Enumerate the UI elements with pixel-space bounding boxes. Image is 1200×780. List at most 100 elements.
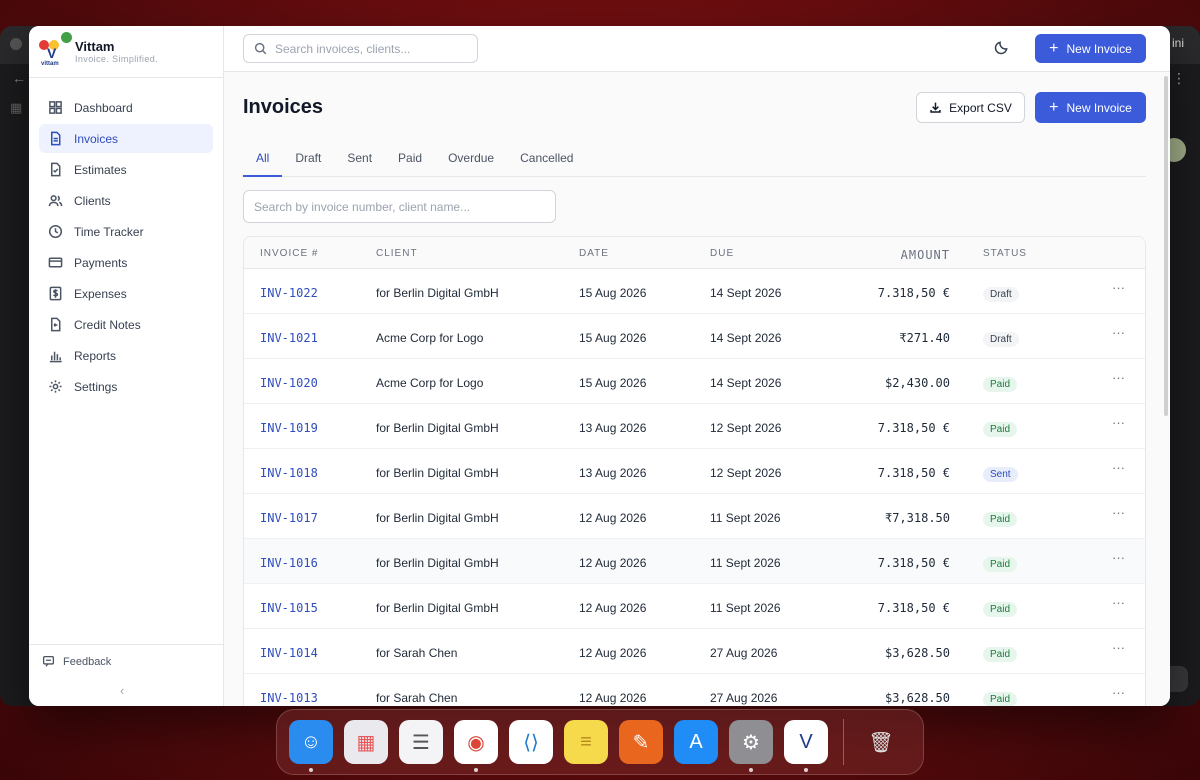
table-row[interactable]: INV-1020 Acme Corp for Logo 15 Aug 2026 14 … bbox=[244, 359, 1145, 404]
collapse-sidebar-button[interactable]: ‹ bbox=[120, 683, 124, 698]
users-icon bbox=[48, 195, 63, 207]
clock-icon bbox=[48, 224, 63, 239]
tab-overdue[interactable]: Overdue bbox=[435, 148, 507, 177]
table-row[interactable]: INV-1018 for Berlin Digital GmbH 13 Aug 20… bbox=[244, 449, 1145, 494]
tab-draft[interactable]: Draft bbox=[282, 148, 334, 177]
row-more-icon[interactable]: ··· bbox=[1112, 460, 1125, 475]
invoice-number-link[interactable]: INV-1018 bbox=[260, 466, 318, 480]
invoice-number-link[interactable]: INV-1021 bbox=[260, 331, 318, 345]
app-store-icon[interactable]: A bbox=[674, 720, 718, 764]
grid-icon: ▦ bbox=[10, 100, 23, 115]
running-indicator bbox=[474, 768, 478, 772]
invoice-number-link[interactable]: INV-1016 bbox=[260, 556, 318, 570]
tab-sent[interactable]: Sent bbox=[334, 148, 385, 177]
row-more-icon[interactable]: ··· bbox=[1112, 370, 1125, 385]
row-more-icon[interactable]: ··· bbox=[1112, 280, 1125, 295]
global-search-input[interactable]: Search invoices, clients... bbox=[243, 34, 478, 63]
main-content: Search invoices, clients... + New Invoic… bbox=[224, 26, 1170, 706]
feedback-label: Feedback bbox=[63, 655, 112, 668]
sidebar-item-credit-notes[interactable]: Credit Notes bbox=[39, 310, 213, 339]
invoice-amount: 7.318,50 € bbox=[877, 601, 950, 615]
sidebar-item-time-tracker[interactable]: Time Tracker bbox=[39, 217, 213, 246]
table-row[interactable]: INV-1016 for Berlin Digital GmbH 12 Aug 20… bbox=[244, 539, 1145, 584]
row-more-icon[interactable]: ··· bbox=[1112, 685, 1125, 700]
table-row[interactable]: INV-1019 for Berlin Digital GmbH 13 Aug 20… bbox=[244, 404, 1145, 449]
vittam-app-icon[interactable]: V bbox=[784, 720, 828, 772]
tab-cancelled[interactable]: Cancelled bbox=[507, 148, 586, 177]
sidebar-item-reports[interactable]: Reports bbox=[39, 341, 213, 370]
sidebar-item-settings[interactable]: Settings bbox=[39, 372, 213, 401]
table-row[interactable]: INV-1017 for Berlin Digital GmbH 12 Aug 20… bbox=[244, 494, 1145, 539]
invoice-search-input[interactable] bbox=[243, 190, 556, 223]
invoice-number-link[interactable]: INV-1019 bbox=[260, 421, 318, 435]
sidebar-item-clients[interactable]: Clients bbox=[39, 186, 213, 215]
trash-icon[interactable]: 🗑 bbox=[859, 720, 903, 764]
search-icon bbox=[254, 42, 267, 55]
page-title: Invoices bbox=[243, 96, 324, 118]
header-due[interactable]: DUE bbox=[710, 248, 734, 259]
main-scrollbar[interactable] bbox=[1164, 76, 1168, 416]
header-date[interactable]: DATE bbox=[579, 248, 609, 259]
chrome-icon[interactable]: ◉ bbox=[454, 720, 498, 772]
invoice-number-link[interactable]: INV-1013 bbox=[260, 691, 318, 705]
status-badge: Paid bbox=[983, 422, 1018, 437]
client-name: for Sarah Chen bbox=[376, 691, 458, 705]
tab-paid[interactable]: Paid bbox=[385, 148, 435, 177]
header-invoice-number[interactable]: INVOICE # bbox=[260, 248, 318, 259]
table-row[interactable]: INV-1013 for Sarah Chen 12 Aug 2026 27 Aug … bbox=[244, 674, 1145, 706]
due-date: 27 Aug 2026 bbox=[710, 691, 778, 705]
invoice-number-link[interactable]: INV-1022 bbox=[260, 286, 318, 300]
invoice-number-link[interactable]: INV-1017 bbox=[260, 511, 318, 525]
vscode-icon[interactable]: ⟨⟩ bbox=[509, 720, 553, 764]
sidebar-nav: Dashboard Invoices Estimates Clients Time Tr… bbox=[29, 78, 223, 401]
topbar: Search invoices, clients... + New Invoic… bbox=[224, 26, 1170, 72]
sidebar-item-invoices[interactable]: Invoices bbox=[39, 124, 213, 153]
pages-icon[interactable]: ✎ bbox=[619, 720, 663, 764]
notes-icon[interactable]: ≡ bbox=[564, 720, 608, 764]
table-row[interactable]: INV-1015 for Berlin Digital GmbH 12 Aug 20… bbox=[244, 584, 1145, 629]
topbar-new-invoice-button[interactable]: + New Invoice bbox=[1035, 34, 1146, 63]
invoice-number-link[interactable]: INV-1014 bbox=[260, 646, 318, 660]
invoice-status-tabs: All Draft Sent Paid Overdue Cancelled bbox=[243, 148, 1146, 177]
tab-all[interactable]: All bbox=[243, 148, 283, 177]
row-more-icon[interactable]: ··· bbox=[1112, 595, 1125, 610]
global-search-placeholder: Search invoices, clients... bbox=[275, 41, 411, 56]
row-more-icon[interactable]: ··· bbox=[1112, 325, 1125, 340]
settings-icon[interactable]: ⚙ bbox=[729, 720, 773, 772]
header-amount[interactable]: AMOUNT bbox=[901, 248, 950, 262]
invoice-date: 13 Aug 2026 bbox=[579, 466, 647, 480]
new-invoice-button[interactable]: + New Invoice bbox=[1035, 92, 1146, 123]
table-row[interactable]: INV-1022 for Berlin Digital GmbH 15 Aug 20… bbox=[244, 269, 1145, 314]
dock-separator bbox=[843, 719, 844, 765]
reminders-icon[interactable]: ☰ bbox=[399, 720, 443, 764]
sidebar-item-estimates[interactable]: Estimates bbox=[39, 155, 213, 184]
table-body: INV-1022 for Berlin Digital GmbH 15 Aug 20… bbox=[244, 269, 1145, 706]
invoice-number-link[interactable]: INV-1015 bbox=[260, 601, 318, 615]
header-status[interactable]: STATUS bbox=[983, 248, 1027, 259]
row-more-icon[interactable]: ··· bbox=[1112, 550, 1125, 565]
brand[interactable]: V vittam Vittam Invoice. Simplified. bbox=[29, 26, 223, 78]
sidebar-item-dashboard[interactable]: Dashboard bbox=[39, 93, 213, 122]
invoice-number-link[interactable]: INV-1020 bbox=[260, 376, 318, 390]
finder-icon[interactable]: ☺ bbox=[289, 720, 333, 772]
client-name: for Berlin Digital GmbH bbox=[376, 601, 499, 615]
row-more-icon[interactable]: ··· bbox=[1112, 415, 1125, 430]
header-client[interactable]: CLIENT bbox=[376, 248, 418, 259]
download-icon bbox=[930, 102, 941, 113]
running-indicator bbox=[749, 768, 753, 772]
invoice-amount: 7.318,50 € bbox=[877, 286, 950, 300]
table-row[interactable]: INV-1014 for Sarah Chen 12 Aug 2026 27 Aug … bbox=[244, 629, 1145, 674]
sidebar-item-label: Dashboard bbox=[74, 100, 133, 115]
launchpad-icon[interactable]: ▦ bbox=[344, 720, 388, 764]
theme-toggle-button[interactable] bbox=[994, 40, 1010, 56]
sidebar-item-expenses[interactable]: Expenses bbox=[39, 279, 213, 308]
background-app-text: ini bbox=[1171, 36, 1184, 50]
row-more-icon[interactable]: ··· bbox=[1112, 505, 1125, 520]
sidebar-item-label: Credit Notes bbox=[74, 317, 141, 332]
row-more-icon[interactable]: ··· bbox=[1112, 640, 1125, 655]
export-csv-button[interactable]: Export CSV bbox=[916, 92, 1025, 123]
table-row[interactable]: INV-1021 Acme Corp for Logo 15 Aug 2026 14 … bbox=[244, 314, 1145, 359]
feedback-link[interactable]: Feedback bbox=[42, 655, 111, 668]
sidebar-item-payments[interactable]: Payments bbox=[39, 248, 213, 277]
status-badge: Paid bbox=[983, 692, 1018, 706]
